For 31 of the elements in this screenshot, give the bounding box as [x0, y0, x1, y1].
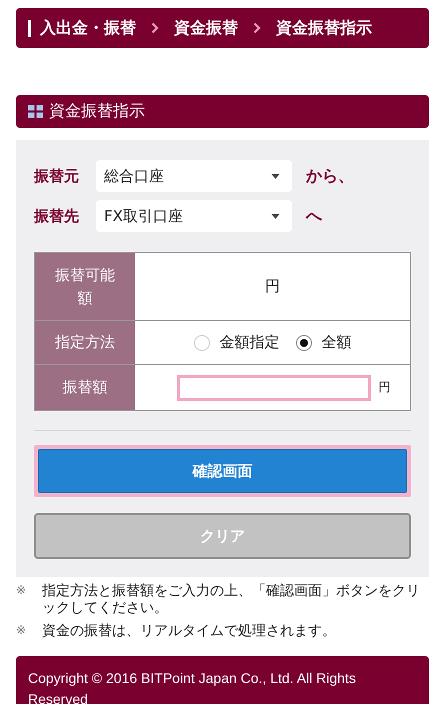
- row-label: 振替可能額: [35, 253, 135, 320]
- bar-mark-icon: [28, 20, 31, 36]
- caret-icon: [271, 174, 280, 178]
- account-select[interactable]: 総合口座: [96, 160, 292, 192]
- account-suffix: から、: [306, 166, 354, 186]
- radio-button[interactable]: [194, 334, 210, 350]
- note-mark: ※: [16, 622, 28, 639]
- account-label: 振替先: [34, 206, 80, 226]
- account-select[interactable]: FX取引口座: [96, 200, 292, 232]
- unit-label: 円: [378, 379, 390, 396]
- grid-icon: [28, 105, 43, 118]
- note-text: 資金の振替は、リアルタイムで処理されます。: [42, 622, 337, 640]
- row-label: 指定方法: [35, 321, 135, 364]
- confirm-button[interactable]: 確認画面: [38, 449, 407, 493]
- radio-label: 全額: [322, 333, 352, 352]
- chevron-icon: [253, 22, 261, 34]
- breadcrumb-item[interactable]: 資金振替: [174, 18, 238, 38]
- amount-value: 円: [265, 277, 280, 296]
- chevron-icon: [151, 22, 159, 34]
- radio-button[interactable]: [296, 334, 312, 350]
- account-label: 振替元: [34, 166, 80, 186]
- account-suffix: へ: [306, 206, 322, 226]
- amount-input[interactable]: [176, 374, 370, 400]
- caret-icon: [271, 214, 280, 218]
- breadcrumb-item[interactable]: 資金振替指示: [276, 18, 372, 38]
- radio-label: 金額指定: [220, 333, 280, 352]
- note-text: 指定方法と振替額をご入力の上、「確認画面」ボタンをクリックしてください。: [42, 583, 421, 617]
- note-mark: ※: [16, 583, 28, 599]
- row-label: 振替額: [35, 365, 135, 410]
- section-title: 資金振替指示: [49, 101, 145, 122]
- breadcrumb-item[interactable]: 入出金・振替: [40, 18, 136, 38]
